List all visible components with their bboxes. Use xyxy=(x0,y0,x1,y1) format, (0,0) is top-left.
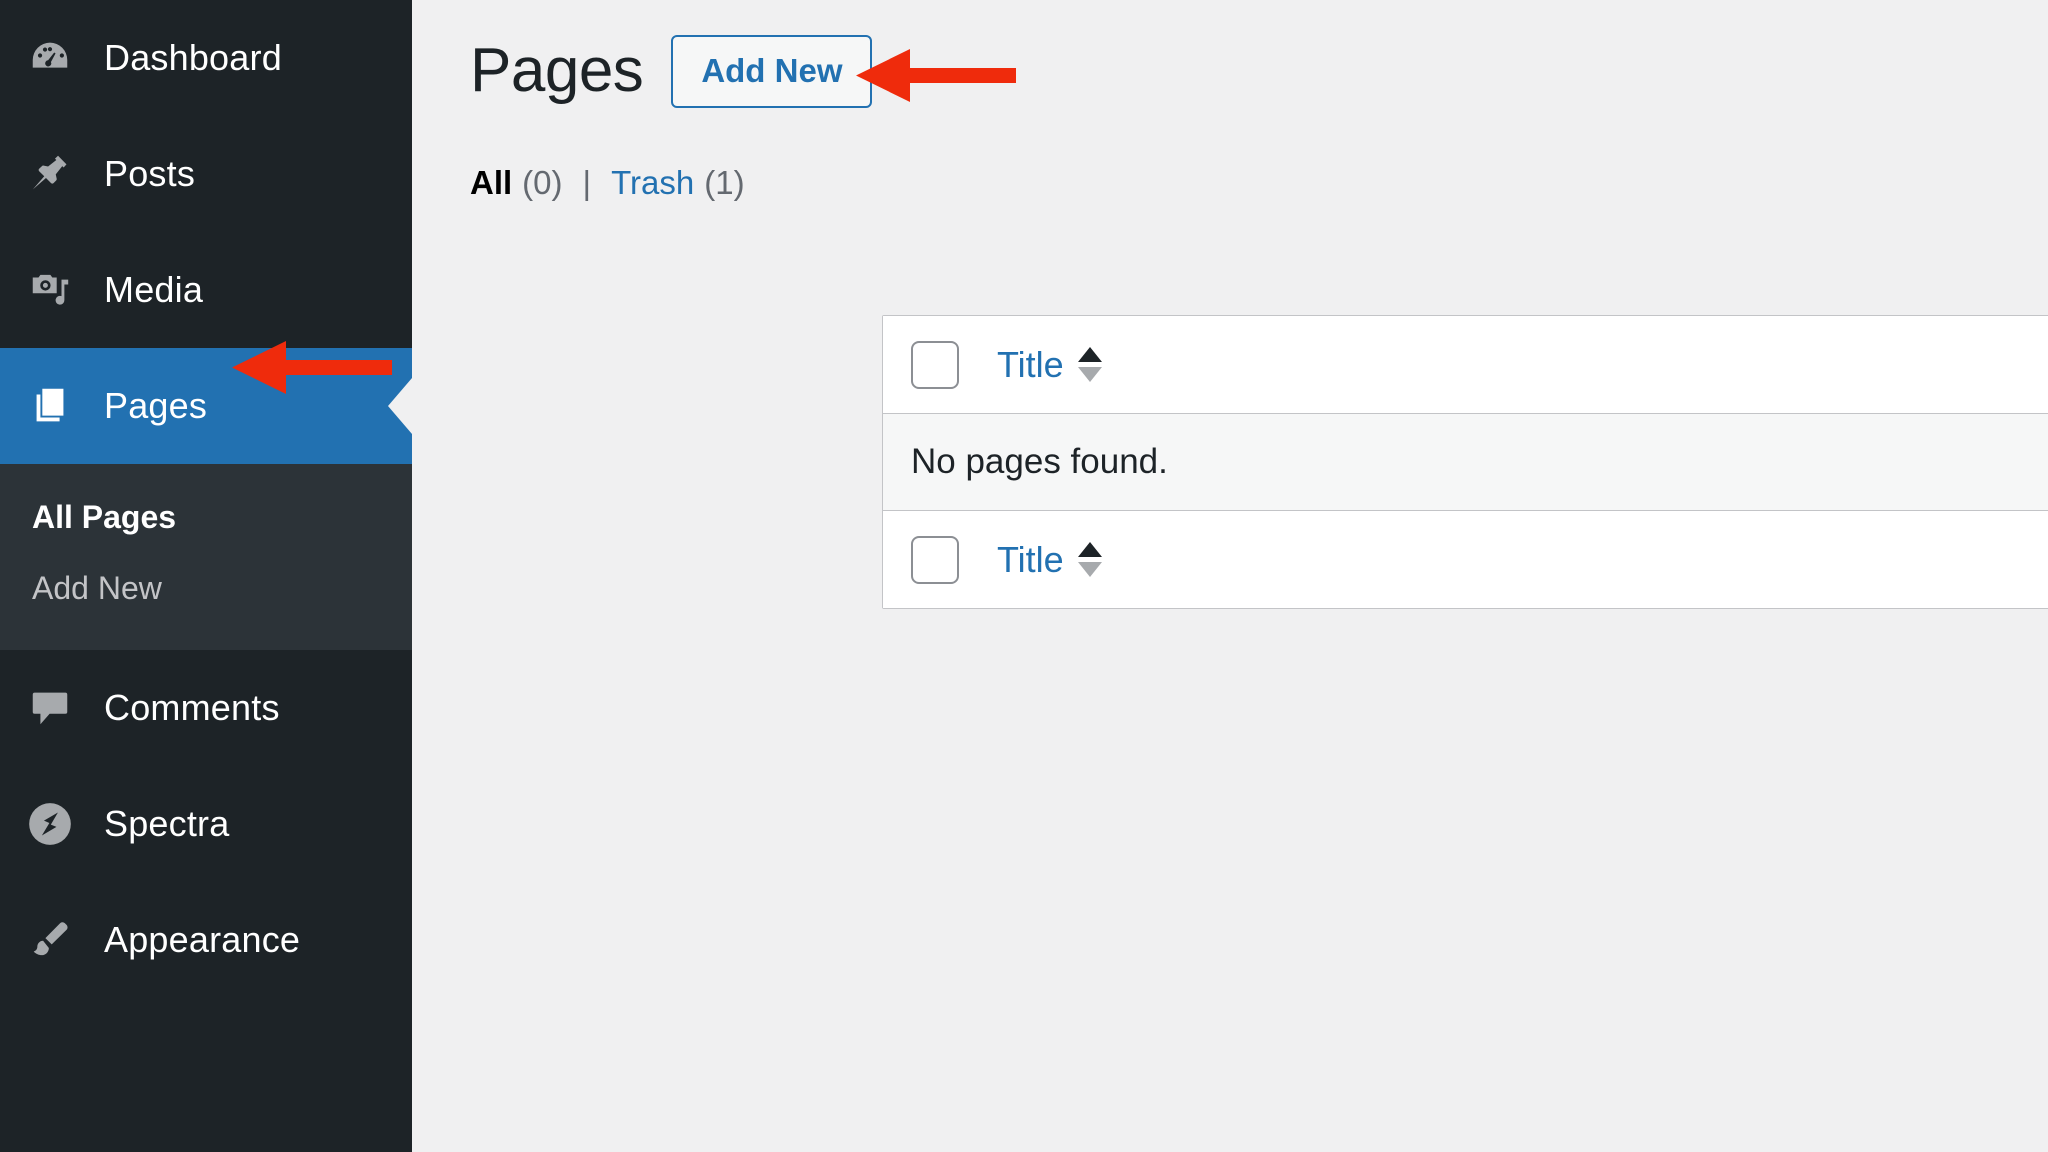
table-header-row: Title xyxy=(883,316,2048,414)
sidebar-item-media[interactable]: Media xyxy=(0,232,412,348)
filter-all-count: (0) xyxy=(522,164,563,201)
wp-admin-screen: Dashboard Posts Media Pages All Pages Ad… xyxy=(0,0,2048,1152)
main-content: Pages Add New All (0) | Trash (1) Title xyxy=(412,0,2048,1152)
pages-table: Title No pages found. Title xyxy=(882,315,2048,609)
sidebar-item-add-new[interactable]: Add New xyxy=(0,553,412,624)
sidebar-item-spectra[interactable]: Spectra xyxy=(0,766,412,882)
submenu-item-label: All Pages xyxy=(32,499,177,535)
table-footer-row: Title xyxy=(883,510,2048,608)
page-header: Pages Add New xyxy=(470,0,2048,108)
select-all-checkbox-top[interactable] xyxy=(911,340,959,389)
sidebar-item-appearance[interactable]: Appearance xyxy=(0,882,412,998)
sidebar-item-pages[interactable]: Pages xyxy=(0,348,412,464)
sort-ascending-icon xyxy=(1077,542,1102,557)
sidebar-item-label: Spectra xyxy=(104,803,230,845)
sidebar-item-all-pages[interactable]: All Pages xyxy=(0,482,412,553)
sidebar-item-posts[interactable]: Posts xyxy=(0,116,412,232)
filter-separator: | xyxy=(582,164,592,201)
comment-icon xyxy=(22,680,78,736)
sidebar-submenu-pages: All Pages Add New xyxy=(0,464,412,651)
column-footer-label: Title xyxy=(997,538,1064,580)
page-title: Pages xyxy=(470,36,644,105)
filter-all-label[interactable]: All xyxy=(470,164,512,202)
pages-icon xyxy=(22,378,78,434)
column-header-title-bottom[interactable]: Title xyxy=(997,539,1102,581)
sidebar-item-label: Pages xyxy=(104,385,208,426)
sort-ascending-icon xyxy=(1077,347,1102,362)
sidebar-item-label: Comments xyxy=(104,687,280,729)
column-header-label: Title xyxy=(997,343,1064,385)
sidebar-item-label: Posts xyxy=(104,153,196,194)
sidebar-item-dashboard[interactable]: Dashboard xyxy=(0,0,412,116)
filter-trash-count: (1) xyxy=(704,164,745,201)
sidebar-item-label: Media xyxy=(104,269,204,310)
filter-trash-label[interactable]: Trash xyxy=(611,164,694,202)
status-filter-list: All (0) | Trash (1) xyxy=(470,164,2048,202)
sort-arrows-icon[interactable] xyxy=(1077,347,1102,382)
sort-arrows-icon[interactable] xyxy=(1077,542,1102,577)
sidebar-item-label: Appearance xyxy=(104,919,301,961)
sidebar-item-comments[interactable]: Comments xyxy=(0,650,412,766)
sort-descending-icon xyxy=(1077,367,1102,382)
submenu-item-label: Add New xyxy=(32,570,162,607)
sort-descending-icon xyxy=(1077,562,1102,577)
pin-icon xyxy=(22,146,78,202)
admin-sidebar: Dashboard Posts Media Pages All Pages Ad… xyxy=(0,0,412,1152)
sidebar-item-label: Dashboard xyxy=(104,37,282,78)
column-header-title-top[interactable]: Title xyxy=(997,344,1102,386)
no-pages-found-message: No pages found. xyxy=(911,442,1168,481)
add-new-button[interactable]: Add New xyxy=(671,34,873,108)
spectra-icon xyxy=(22,796,78,852)
select-all-checkbox-bottom[interactable] xyxy=(911,535,959,584)
media-icon xyxy=(22,262,78,318)
dashboard-icon xyxy=(22,30,78,86)
table-empty-row: No pages found. xyxy=(883,414,2048,510)
current-menu-pointer xyxy=(388,378,412,434)
brush-icon xyxy=(22,912,78,968)
